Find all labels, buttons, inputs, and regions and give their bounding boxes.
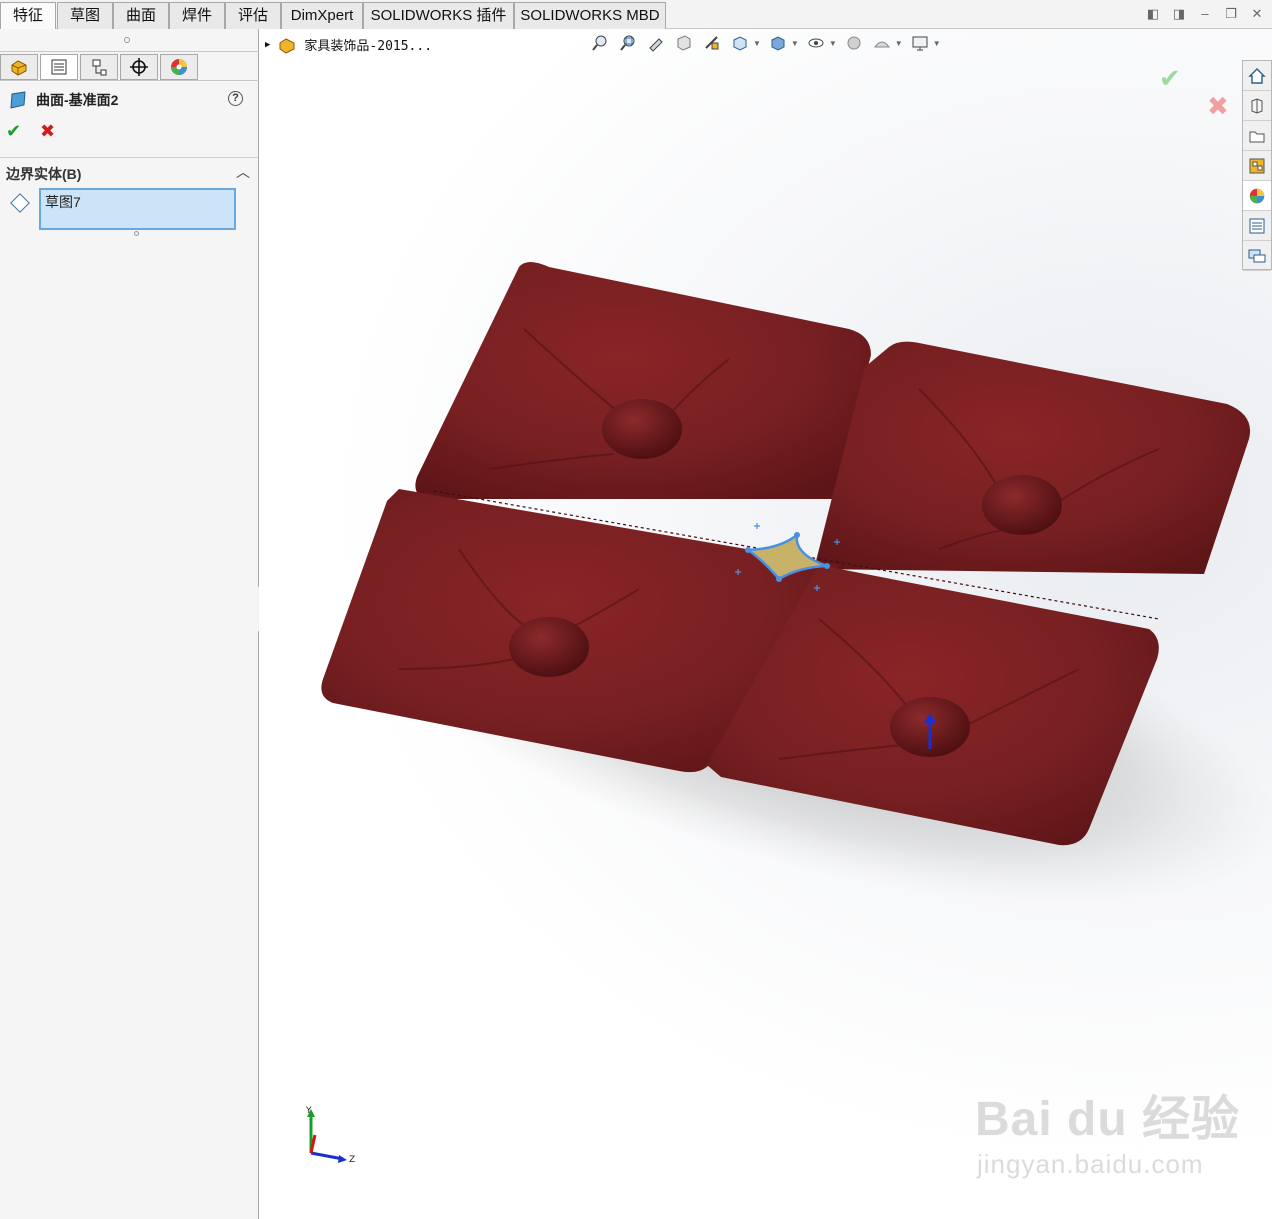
restore-left-icon[interactable]: ◧	[1146, 6, 1160, 22]
part-name[interactable]: 家具装饰品-2015...	[304, 35, 432, 54]
feature-manager-icon	[11, 60, 27, 76]
custom-properties-icon	[1249, 218, 1265, 233]
minimize-icon[interactable]: ‒	[1198, 6, 1212, 22]
close-icon[interactable]: ✕	[1250, 6, 1264, 22]
file-explorer-icon	[1249, 131, 1265, 142]
view-orientation-icon[interactable]	[729, 33, 751, 53]
view-settings-icon[interactable]	[909, 33, 931, 53]
model-view	[321, 262, 1272, 904]
dimxpert-manager-tab[interactable]	[120, 54, 158, 80]
selection-box-resize-handle[interactable]	[134, 231, 139, 236]
tab-surfaces[interactable]: 曲面	[113, 2, 169, 29]
apply-scene-icon[interactable]	[871, 33, 893, 53]
triad-z-label: Z	[349, 1155, 355, 1165]
dynamic-annotation-icon[interactable]	[701, 33, 723, 53]
home-icon	[1248, 67, 1266, 84]
reference-triad: Y Z	[305, 1106, 355, 1165]
chevron-down-icon[interactable]: ▼	[895, 39, 903, 48]
task-pane	[1242, 60, 1272, 271]
chevron-down-icon[interactable]: ▼	[829, 39, 837, 48]
zoom-to-area-icon[interactable]	[617, 33, 639, 53]
confirm-ok-button[interactable]: ✔	[1159, 63, 1181, 94]
watermark-url: jingyan.baidu.com	[977, 1149, 1204, 1179]
property-manager-panel: 曲面-基准面2 ? ✔ ✖ 边界实体(B) ︿ 草图7	[0, 29, 259, 1219]
tuft-button-top-right[interactable]	[982, 475, 1062, 535]
tuft-button-bottom-left[interactable]	[509, 617, 589, 677]
property-manager-icon	[51, 59, 67, 75]
chevron-down-icon[interactable]: ▼	[791, 39, 799, 48]
tab-solidworks-mbd[interactable]: SOLIDWORKS MBD	[514, 2, 666, 29]
feature-title-label: 曲面-基准面2	[36, 92, 119, 108]
task-pane-properties[interactable]	[1243, 211, 1271, 241]
cushion-panel-top-left[interactable]	[415, 262, 871, 499]
feature-manager-tab[interactable]	[0, 54, 38, 80]
cushion-panel-top-right[interactable]	[814, 341, 1251, 574]
expand-arrow-icon[interactable]: ▶	[265, 40, 270, 50]
command-manager-tabs: 特征 草图 曲面 焊件 评估 DimXpert SOLIDWORKS 插件 SO…	[0, 0, 1272, 30]
task-pane-library[interactable]	[1243, 91, 1271, 121]
configuration-manager-icon	[92, 59, 107, 76]
cancel-button[interactable]: ✖	[40, 121, 55, 142]
restore-right-icon[interactable]: ◨	[1172, 6, 1186, 22]
tab-solidworks-addins[interactable]: SOLIDWORKS 插件	[363, 2, 514, 29]
task-pane-appearances[interactable]	[1243, 181, 1271, 211]
window-controls: ◧ ◨ ‒ ❐ ✕	[1146, 6, 1264, 22]
triad-y-label: Y	[305, 1106, 312, 1116]
configuration-manager-tab[interactable]	[80, 54, 118, 80]
boundary-entities-section: 边界实体(B) ︿	[0, 157, 258, 183]
manager-tabs	[0, 51, 259, 81]
baidu-watermark: Bai du 经验 jingyan.baidu.com	[975, 1079, 1265, 1199]
task-pane-view-palette[interactable]	[1243, 151, 1271, 181]
previous-view-icon[interactable]	[645, 33, 667, 53]
boundary-entity-icon	[10, 193, 30, 213]
task-pane-home[interactable]	[1243, 61, 1271, 91]
tuft-button-top-left[interactable]	[602, 399, 682, 459]
tab-sketch[interactable]: 草图	[57, 2, 113, 29]
display-style-icon[interactable]	[767, 33, 789, 53]
chevron-down-icon[interactable]: ▼	[933, 39, 941, 48]
hide-show-icon[interactable]	[805, 33, 827, 53]
zoom-to-fit-icon[interactable]	[589, 33, 611, 53]
feature-title: 曲面-基准面2	[8, 89, 118, 111]
task-pane-explorer[interactable]	[1243, 121, 1271, 151]
appearances-icon	[1249, 188, 1265, 203]
chevron-down-icon[interactable]: ▼	[753, 39, 761, 48]
chevron-up-icon[interactable]: ︿	[236, 162, 250, 182]
graphics-area[interactable]: ▶ 家具装饰品-2015... ▼ ▼ ▼ ▼ ▼ ✔ ✖ Y Z Bai du…	[259, 29, 1272, 1219]
section-label: 边界实体(B)	[6, 166, 82, 182]
edit-appearance-icon[interactable]	[843, 33, 865, 53]
surface-icon	[10, 91, 26, 109]
boundary-entities-selection-box[interactable]: 草图7	[39, 188, 236, 230]
tab-features[interactable]: 特征	[0, 2, 56, 30]
view-palette-icon	[1249, 158, 1265, 173]
tab-weldments[interactable]: 焊件	[169, 2, 225, 29]
ok-button[interactable]: ✔	[6, 121, 21, 142]
display-manager-icon	[171, 59, 187, 75]
property-manager-tab[interactable]	[40, 54, 78, 80]
display-manager-tab[interactable]	[160, 54, 198, 80]
help-icon[interactable]: ?	[228, 91, 243, 106]
confirm-cancel-button[interactable]: ✖	[1207, 91, 1229, 122]
tab-evaluate[interactable]: 评估	[225, 2, 281, 29]
watermark-logo: Bai du 经验	[975, 1093, 1241, 1146]
task-pane-forum[interactable]	[1243, 241, 1271, 271]
feature-manager-breadcrumb[interactable]: ▶ 家具装饰品-2015...	[265, 35, 432, 54]
panel-grip[interactable]	[124, 37, 130, 43]
tab-dimxpert[interactable]: DimXpert	[281, 2, 363, 29]
maximize-icon[interactable]: ❐	[1224, 6, 1238, 22]
section-view-icon[interactable]	[673, 33, 695, 53]
parts-library-icon	[1251, 97, 1263, 114]
forum-icon	[1248, 249, 1266, 262]
heads-up-view-toolbar: ▼ ▼ ▼ ▼ ▼	[589, 33, 941, 53]
dimxpert-manager-icon	[130, 58, 148, 76]
part-icon	[279, 37, 295, 54]
selection-item[interactable]: 草图7	[45, 194, 81, 210]
